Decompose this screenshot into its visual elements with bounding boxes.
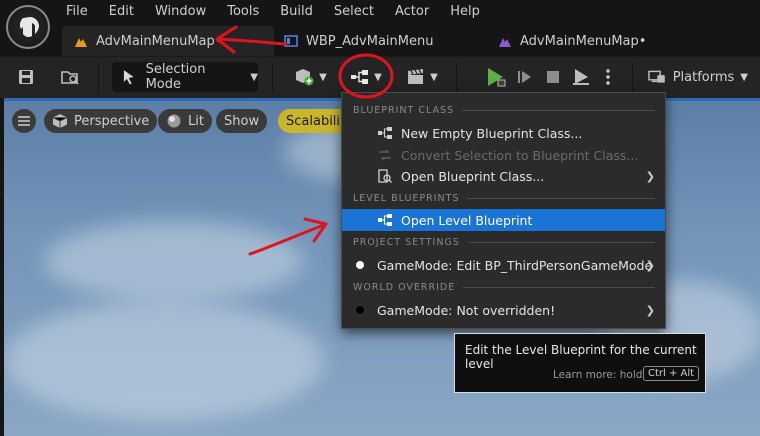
menu-edit[interactable]: Edit <box>109 2 134 22</box>
eject-icon <box>573 69 589 85</box>
unreal-logo-icon[interactable] <box>6 5 50 49</box>
play-options-button[interactable] <box>600 62 616 92</box>
bullet-black-icon <box>356 306 364 314</box>
chevron-down-icon: ▼ <box>319 71 327 83</box>
level-map-icon <box>75 38 87 47</box>
document-tabs: AdvMainMenuMap• <box>62 26 274 56</box>
lit-button[interactable]: Lit <box>158 109 212 133</box>
menu-help[interactable]: Help <box>450 2 480 22</box>
add-actor-icon <box>296 69 314 86</box>
platforms-label: Platforms <box>672 69 735 85</box>
title-bar: File Edit Window Tools Build Select Acto… <box>0 0 760 56</box>
tab-label: AdvMainMenuMap• <box>96 33 223 49</box>
quick-add-button[interactable]: ▼ <box>290 62 330 92</box>
folder-search-icon <box>61 71 79 85</box>
more-vertical-icon <box>606 69 610 85</box>
eject-button[interactable] <box>568 62 594 92</box>
chevron-right-icon: ❯ <box>645 303 655 317</box>
menu-build[interactable]: Build <box>280 2 313 22</box>
menu-bar: File Edit Window Tools Build Select Acto… <box>66 2 501 22</box>
save-icon <box>19 70 33 84</box>
menu-item-open-blueprint-class[interactable]: Open Blueprint Class... ❯ <box>342 165 665 187</box>
perspective-button[interactable]: Perspective <box>44 109 158 133</box>
menu-item-label: New Empty Blueprint Class... <box>401 125 583 141</box>
blueprint-node-icon <box>351 70 369 84</box>
blueprints-menu: BLUEPRINT CLASS New Empty Blueprint Clas… <box>341 92 666 329</box>
chevron-down-icon: ▼ <box>250 71 258 83</box>
section-header-project-settings: PROJECT SETTINGS <box>353 237 655 248</box>
menu-select[interactable]: Select <box>334 2 374 22</box>
menu-window[interactable]: Window <box>155 2 206 22</box>
section-header-blueprint-class: BLUEPRINT CLASS <box>353 105 655 116</box>
skip-forward-icon <box>518 71 531 83</box>
play-icon <box>488 68 506 87</box>
save-button[interactable] <box>12 62 40 92</box>
show-button[interactable]: Show <box>216 109 268 133</box>
tooltip: Edit the Level Blueprint for the current… <box>454 333 706 393</box>
convert-arrows-icon <box>379 149 391 161</box>
menu-tools[interactable]: Tools <box>227 2 259 22</box>
open-blueprint-icon <box>378 169 392 183</box>
clapperboard-icon <box>408 69 424 84</box>
widget-blueprint-icon <box>284 35 298 47</box>
section-header-world-override: WORLD OVERRIDE <box>353 282 655 293</box>
chevron-down-icon: ▼ <box>430 71 438 83</box>
blueprints-button[interactable]: ▼ <box>346 62 386 92</box>
tab-label: WBP_AdvMainMenu <box>306 33 434 49</box>
menu-item-label: GameMode: Edit BP_ThirdPersonGameMode <box>377 257 653 273</box>
chevron-down-icon: ▼ <box>374 71 382 83</box>
platforms-dropdown[interactable]: Platforms ▼ <box>648 62 748 92</box>
tab-advmainmenumap[interactable]: AdvMainMenuMap• <box>62 26 274 56</box>
tab-label: AdvMainMenuMap• <box>520 33 647 49</box>
selection-mode-dropdown[interactable]: Selection Mode ▼ <box>112 62 258 92</box>
menu-item-gamemode-override[interactable]: GameMode: Not overridden! ❯ <box>342 299 665 321</box>
play-button[interactable] <box>480 62 510 92</box>
lit-label: Lit <box>188 113 204 129</box>
section-header-level-blueprints: LEVEL BLUEPRINTS <box>353 193 655 204</box>
menu-item-gamemode-edit[interactable]: GameMode: Edit BP_ThirdPersonGameMode ❯ <box>342 254 665 276</box>
cinematics-button[interactable]: ▼ <box>402 62 442 92</box>
chevron-right-icon: ❯ <box>645 169 655 183</box>
menu-item-new-empty-blueprint[interactable]: New Empty Blueprint Class... <box>342 122 665 144</box>
menu-file[interactable]: File <box>66 2 88 22</box>
advance-frame-button[interactable] <box>512 62 538 92</box>
chevron-right-icon: ❯ <box>645 258 655 272</box>
menu-item-label: Convert Selection to Blueprint Class... <box>401 147 639 163</box>
menu-item-convert-selection[interactable]: Convert Selection to Blueprint Class... <box>342 144 665 166</box>
stop-button[interactable] <box>540 62 566 92</box>
menu-item-label: Open Level Blueprint <box>401 212 533 228</box>
scalability-button[interactable]: Scalability <box>278 109 353 133</box>
selection-mode-label: Selection Mode <box>145 62 206 92</box>
chevron-down-icon: ▼ <box>740 71 748 83</box>
blueprint-node-icon <box>378 127 392 139</box>
level-blueprint-icon <box>378 214 392 226</box>
tooltip-learn-more: Learn more: hold <box>553 369 643 381</box>
perspective-cube-icon <box>52 114 68 128</box>
hamburger-menu-icon <box>18 116 30 126</box>
stop-icon <box>547 71 559 83</box>
select-cursor-icon <box>123 70 134 85</box>
browse-content-button[interactable] <box>56 62 84 92</box>
platforms-icon <box>648 70 665 83</box>
bullet-white-icon <box>356 261 364 269</box>
show-label: Show <box>224 113 260 129</box>
menu-item-label: GameMode: Not overridden! <box>377 302 556 318</box>
menu-actor[interactable]: Actor <box>395 2 429 22</box>
menu-item-open-level-blueprint[interactable]: Open Level Blueprint <box>342 209 665 231</box>
viewport-options-button[interactable] <box>12 109 36 133</box>
tooltip-shortcut: Ctrl + Alt <box>643 366 700 381</box>
tab-wbp-advmainmenu[interactable]: WBP_AdvMainMenu <box>284 26 433 56</box>
perspective-label: Perspective <box>74 113 150 129</box>
lit-sphere-icon <box>167 114 181 128</box>
menu-item-label: Open Blueprint Class... <box>401 168 545 184</box>
tab-advmainmenumap-2[interactable]: AdvMainMenuMap• <box>498 26 646 56</box>
level-map-icon <box>499 38 511 47</box>
